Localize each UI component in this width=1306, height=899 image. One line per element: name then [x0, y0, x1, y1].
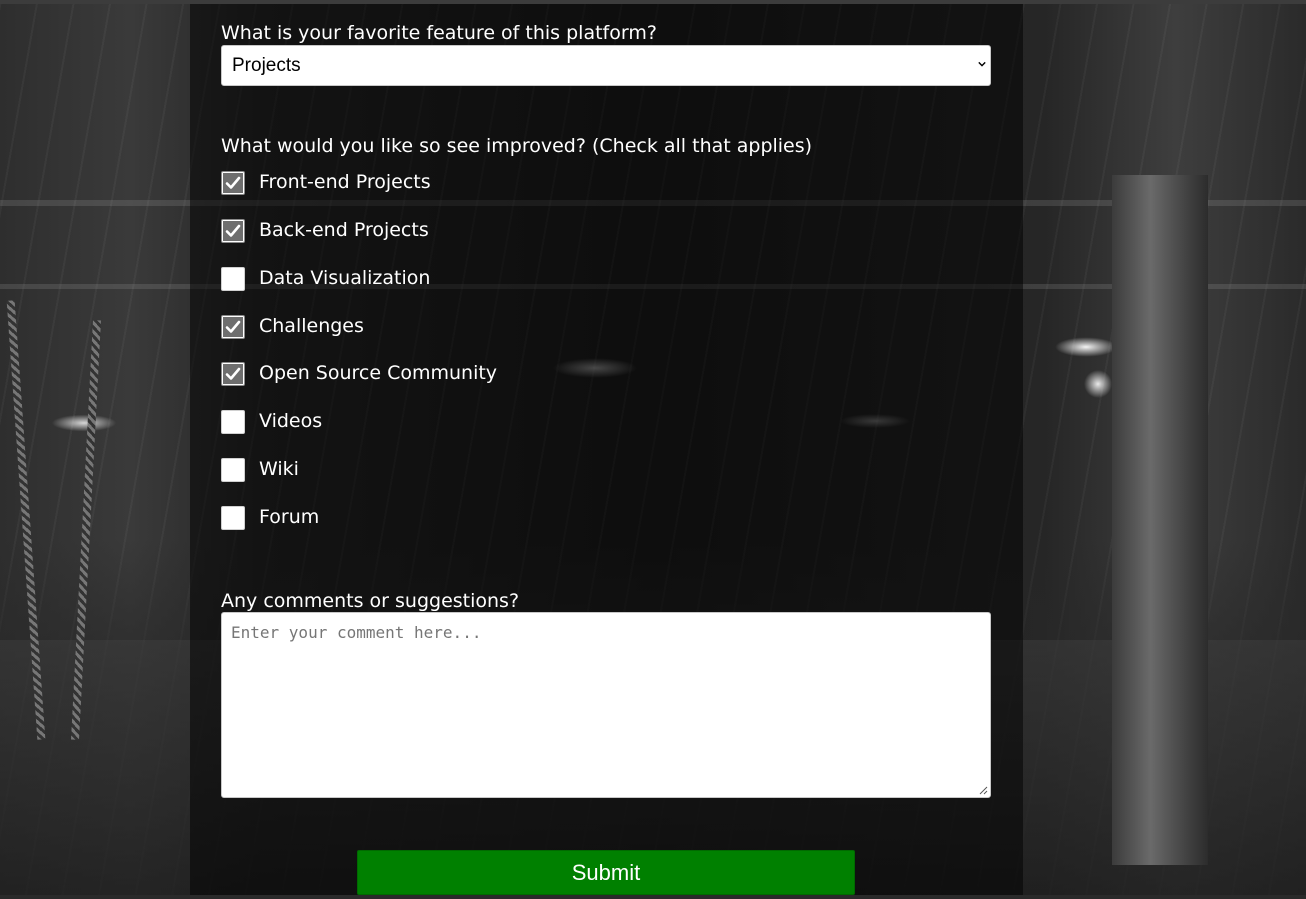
improvements-label: What would you like so see improved? (Ch… [221, 135, 813, 157]
checkbox-unchecked[interactable] [221, 410, 245, 434]
submit-button[interactable]: Submit [357, 850, 855, 895]
improvement-option-label: Data Visualization [259, 267, 431, 289]
improvement-option-label: Back-end Projects [259, 219, 429, 241]
checkmark-icon [223, 173, 243, 193]
checkbox-checked[interactable] [221, 315, 245, 339]
comments-textarea[interactable]: Enter your comment here... [221, 612, 991, 798]
comments-label: Any comments or suggestions? [221, 590, 520, 612]
favorite-feature-select[interactable]: Projects [221, 45, 991, 86]
checkmark-icon [223, 221, 243, 241]
improvement-option-label: Challenges [259, 315, 364, 337]
bottom-edge [0, 895, 1306, 899]
checkbox-checked[interactable] [221, 362, 245, 386]
checkmark-icon [223, 317, 243, 337]
checkbox-unchecked[interactable] [221, 458, 245, 482]
checkbox-checked[interactable] [221, 171, 245, 195]
improvement-option-label: Front-end Projects [259, 171, 431, 193]
improvement-option-label: Wiki [259, 458, 299, 480]
chevron-down-icon [978, 61, 986, 67]
favorite-feature-selected-value: Projects [232, 55, 301, 76]
background-pillar [1112, 175, 1208, 865]
favorite-feature-label: What is your favorite feature of this pl… [221, 22, 657, 44]
checkbox-unchecked[interactable] [221, 267, 245, 291]
checkbox-checked[interactable] [221, 219, 245, 243]
checkmark-icon [223, 364, 243, 384]
improvement-option-label: Open Source Community [259, 362, 498, 384]
checkbox-unchecked[interactable] [221, 506, 245, 530]
improvement-option-label: Videos [259, 410, 323, 432]
resize-grip-icon[interactable] [978, 785, 988, 795]
improvement-option-label: Forum [259, 506, 320, 528]
comments-placeholder: Enter your comment here... [231, 623, 482, 642]
